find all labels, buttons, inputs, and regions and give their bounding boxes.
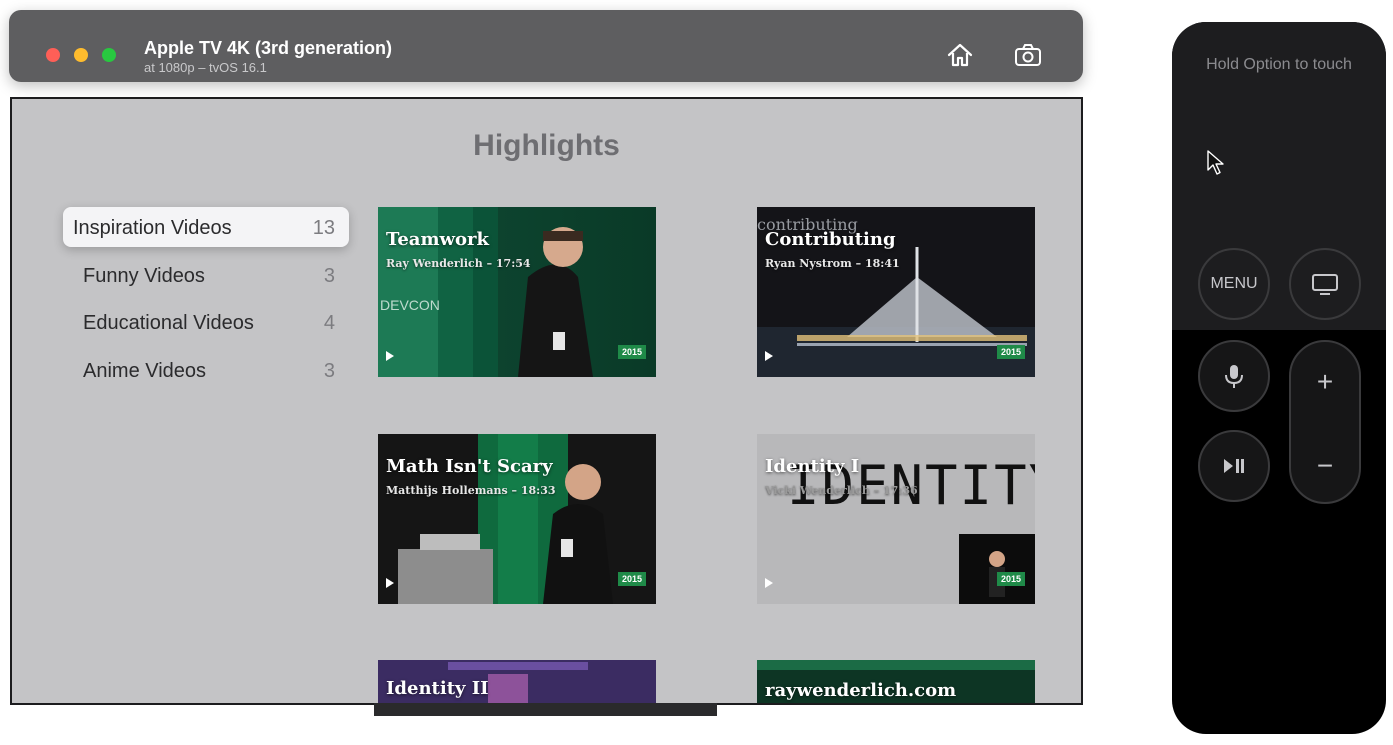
category-label: Educational Videos <box>83 312 254 334</box>
video-title: raywenderlich.com <box>765 680 957 701</box>
video-title: Math Isn't Scary <box>386 456 553 477</box>
menu-label: MENU <box>1210 275 1258 292</box>
menu-button[interactable]: MENU <box>1198 248 1270 320</box>
video-subtitle: Ray Wenderlich – 17:54 <box>386 257 531 270</box>
close-window-button[interactable] <box>46 48 60 62</box>
video-title: Identity I <box>765 456 860 477</box>
tv-icon <box>1312 274 1338 295</box>
video-title: Contributing <box>765 229 896 250</box>
siri-remote: Hold Option to touch MENU + − <box>1172 22 1386 734</box>
tv-stand <box>374 703 717 716</box>
video-tile-identity-i[interactable]: IDENTITY Identity I Vicki Wenderlich – 1… <box>757 434 1035 604</box>
video-tile-raywenderlich[interactable]: raywenderlich.com <box>757 660 1035 703</box>
year-badge: 2015 <box>617 345 646 359</box>
year-badge: 2015 <box>996 572 1025 586</box>
play-icon <box>386 578 394 588</box>
year-badge: 2015 <box>996 345 1025 359</box>
window-subtitle: at 1080p – tvOS 16.1 <box>144 60 267 75</box>
year-badge: 2015 <box>617 572 646 586</box>
video-tile-contributing[interactable]: contributing Contributing Ryan Nystrom –… <box>757 207 1035 377</box>
video-subtitle: Vicki Wenderlich – 17:36 <box>765 484 918 497</box>
video-tile-teamwork[interactable]: DEVCON Teamwork Ray Wenderlich – 17:54 2… <box>378 207 656 377</box>
play-icon <box>386 351 394 361</box>
window-title: Apple TV 4K (3rd generation) <box>144 38 393 58</box>
video-subtitle: Ryan Nystrom – 18:41 <box>765 257 900 270</box>
category-label: Funny Videos <box>83 265 205 287</box>
play-pause-button[interactable] <box>1198 430 1270 502</box>
volume-rocker[interactable]: + − <box>1289 340 1361 504</box>
screenshot-icon[interactable] <box>1013 40 1043 70</box>
home-icon[interactable] <box>945 40 975 70</box>
minimize-window-button[interactable] <box>74 48 88 62</box>
category-label: Inspiration Videos <box>73 217 232 239</box>
banner-text: DEVCON <box>380 297 440 313</box>
category-educational-videos[interactable]: Educational Videos 4 <box>63 302 349 342</box>
video-tile-math-isnt-scary[interactable]: Math Isn't Scary Matthijs Hollemans – 18… <box>378 434 656 604</box>
category-anime-videos[interactable]: Anime Videos 3 <box>63 350 349 390</box>
microphone-icon <box>1225 365 1243 388</box>
mouse-cursor-icon <box>1207 150 1224 175</box>
play-icon <box>765 351 773 361</box>
category-label: Anime Videos <box>83 360 207 382</box>
zoom-window-button[interactable] <box>102 48 116 62</box>
volume-up-icon[interactable]: + <box>1291 366 1359 398</box>
play-icon <box>765 578 773 588</box>
touch-hint: Hold Option to touch <box>1206 56 1352 73</box>
category-count: 13 <box>312 217 335 239</box>
video-title: Teamwork <box>386 229 489 250</box>
category-funny-videos[interactable]: Funny Videos 3 <box>63 255 349 295</box>
category-count: 3 <box>323 360 335 382</box>
video-subtitle: Matthijs Hollemans – 18:33 <box>386 484 556 497</box>
volume-down-icon[interactable]: − <box>1291 450 1359 482</box>
video-title: Identity II <box>386 678 489 699</box>
category-count: 3 <box>323 265 335 287</box>
category-count: 4 <box>323 312 335 334</box>
play-pause-icon <box>1224 459 1244 473</box>
category-inspiration-videos[interactable]: Inspiration Videos 13 <box>63 207 349 247</box>
siri-button[interactable] <box>1198 340 1270 412</box>
page-title: Highlights <box>473 129 620 162</box>
video-tile-identity-ii[interactable]: Identity II <box>378 660 656 703</box>
tv-screen: Highlights Inspiration Videos 13 Funny V… <box>10 97 1083 705</box>
simulator-title-bar: Apple TV 4K (3rd generation) at 1080p – … <box>9 10 1083 82</box>
tv-home-button[interactable] <box>1289 248 1361 320</box>
